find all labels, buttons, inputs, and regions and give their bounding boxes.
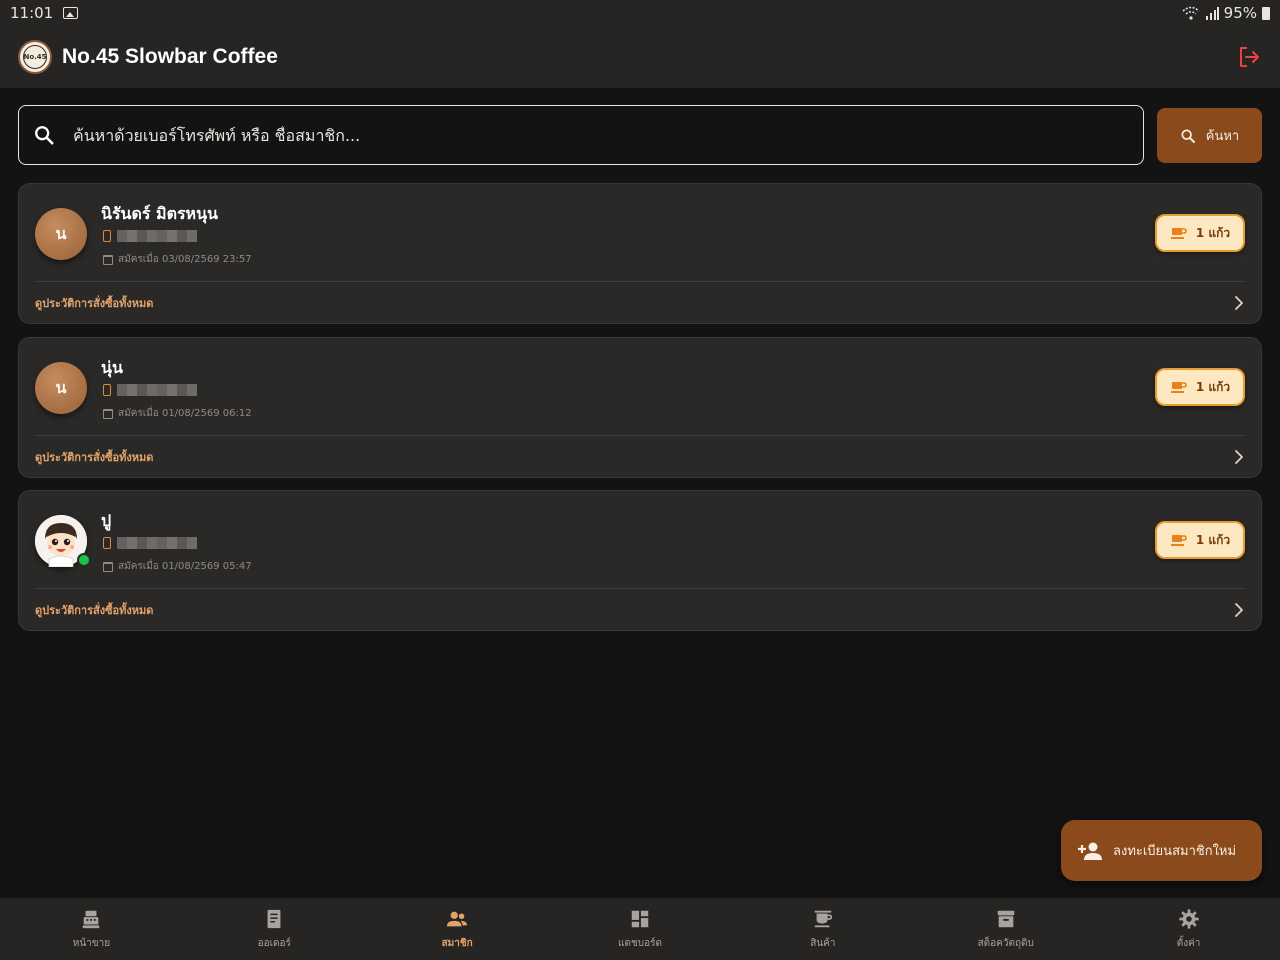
line-app-icon: [77, 553, 91, 567]
bottom-navigation: หน้าขาย ออเดอร์ สมาชิก แดชบอร์ด สินค้า ส…: [0, 898, 1280, 960]
nav-item-orders[interactable]: ออเดอร์: [183, 898, 366, 960]
signal-icon: [1205, 6, 1219, 20]
search-field[interactable]: [18, 105, 1144, 165]
registration-date-row: สมัครเมื่อ 03/08/2569 23:57: [103, 252, 252, 267]
search-input[interactable]: [73, 125, 1073, 145]
phone-icon: [103, 537, 111, 549]
registration-date: สมัครเมื่อ 01/08/2569 05:47: [118, 561, 252, 572]
register-member-button[interactable]: ลงทะเบียนสมาชิกใหม่: [1061, 820, 1262, 881]
dashboard-icon: [631, 910, 649, 927]
phone-row: [103, 230, 197, 242]
avatar: น: [35, 362, 87, 414]
search-icon: [1181, 128, 1195, 143]
member-card[interactable]: น นิรันดร์ มิตรหนุน สมัครเมื่อ 03/08/256…: [18, 183, 1262, 324]
logout-icon: [1240, 47, 1259, 67]
member-card[interactable]: ปู สมัครเมื่อ 01/08/2569 05:47 1 แก้ว ดู…: [18, 490, 1262, 631]
nav-label: หน้าขาย: [72, 937, 111, 949]
nav-item-stock[interactable]: สต็อควัตถุดิบ: [914, 898, 1097, 960]
registration-date-row: สมัครเมื่อ 01/08/2569 05:47: [103, 559, 252, 574]
chevron-right-icon: [1235, 450, 1243, 464]
chevron-right-icon: [1235, 296, 1243, 310]
coffee-cup-icon: [1170, 382, 1187, 393]
calendar-icon: [103, 561, 113, 572]
member-name: นุ่น: [101, 358, 123, 377]
nav-item-dashboard[interactable]: แดชบอร์ด: [549, 898, 732, 960]
order-history-link[interactable]: ดูประวัติการสั่งซื้อทั้งหมด: [19, 436, 1261, 478]
nav-label: สมาชิก: [441, 937, 473, 949]
gear-icon: [1178, 908, 1199, 929]
cash-register-icon: [83, 910, 100, 928]
order-history-label: ดูประวัติการสั่งซื้อทั้งหมด: [35, 451, 154, 464]
order-history-label: ดูประวัติการสั่งซื้อทั้งหมด: [35, 604, 154, 617]
app-title: No.45 Slowbar Coffee: [62, 45, 278, 68]
battery-level: 95%: [1223, 4, 1257, 22]
cups-badge: 1 แก้ว: [1155, 214, 1245, 252]
image-notification-icon: [63, 7, 79, 19]
cups-badge: 1 แก้ว: [1155, 368, 1245, 406]
phone-row: [103, 537, 197, 549]
wifi-icon: [1182, 6, 1200, 20]
registration-date-row: สมัครเมื่อ 01/08/2569 06:12: [103, 406, 252, 421]
masked-phone-number: [117, 230, 197, 242]
registration-date: สมัครเมื่อ 03/08/2569 23:57: [118, 254, 252, 265]
masked-phone-number: [117, 384, 197, 396]
nav-label: แดชบอร์ด: [618, 937, 662, 949]
coffee-cup-icon: [814, 910, 832, 927]
cups-count: 1 แก้ว: [1195, 379, 1231, 394]
avatar: [35, 515, 91, 567]
register-member-label: ลงทะเบียนสมาชิกใหม่: [1113, 844, 1237, 859]
order-history-label: ดูประวัติการสั่งซื้อทั้งหมด: [35, 297, 154, 310]
nav-label: ตั้งค่า: [1176, 937, 1201, 949]
archive-box-icon: [997, 910, 1014, 927]
receipt-icon: [267, 909, 281, 928]
search-icon: [35, 126, 54, 145]
registration-date: สมัครเมื่อ 01/08/2569 06:12: [118, 408, 252, 419]
nav-item-members[interactable]: สมาชิก: [366, 898, 549, 960]
nav-label: สต็อควัตถุดิบ: [977, 937, 1034, 949]
nav-item-settings[interactable]: ตั้งค่า: [1097, 898, 1280, 960]
search-button-label: ค้นหา: [1205, 129, 1240, 144]
status-time: 11:01: [10, 4, 54, 22]
avatar: น: [35, 208, 87, 260]
app-bar: No.45 No.45 Slowbar Coffee: [0, 26, 1280, 88]
nav-item-sales[interactable]: หน้าขาย: [0, 898, 183, 960]
nav-label: ออเดอร์: [257, 937, 291, 949]
logo-text: No.45: [23, 45, 47, 69]
battery-icon: [1262, 6, 1270, 20]
nav-item-products[interactable]: สินค้า: [731, 898, 914, 960]
coffee-cup-icon: [1170, 228, 1187, 239]
status-bar: 11:01 95%: [0, 0, 1280, 26]
cups-count: 1 แก้ว: [1195, 225, 1231, 240]
cups-badge: 1 แก้ว: [1155, 521, 1245, 559]
masked-phone-number: [117, 537, 197, 549]
search-button[interactable]: ค้นหา: [1157, 108, 1262, 163]
phone-icon: [103, 384, 111, 396]
calendar-icon: [103, 254, 113, 265]
people-icon: [447, 911, 468, 926]
member-name: นิรันดร์ มิตรหนุน: [101, 204, 218, 223]
phone-icon: [103, 230, 111, 242]
calendar-icon: [103, 408, 113, 419]
order-history-link[interactable]: ดูประวัติการสั่งซื้อทั้งหมด: [19, 282, 1261, 324]
logout-button[interactable]: [1236, 44, 1262, 70]
shop-logo: No.45: [18, 40, 52, 74]
nav-label: สินค้า: [810, 937, 836, 949]
chevron-right-icon: [1235, 603, 1243, 617]
cups-count: 1 แก้ว: [1195, 532, 1231, 547]
phone-row: [103, 384, 197, 396]
member-name: ปู: [101, 511, 112, 530]
order-history-link[interactable]: ดูประวัติการสั่งซื้อทั้งหมด: [19, 589, 1261, 631]
coffee-cup-icon: [1170, 535, 1187, 546]
add-person-icon: [1078, 842, 1102, 860]
member-card[interactable]: น นุ่น สมัครเมื่อ 01/08/2569 06:12 1 แก้…: [18, 337, 1262, 478]
